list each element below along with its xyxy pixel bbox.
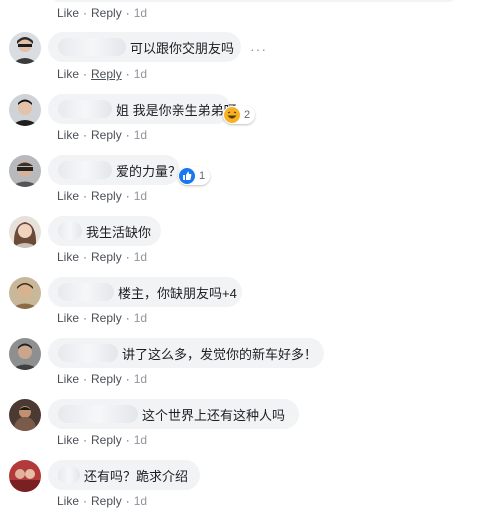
avatar[interactable] <box>9 338 41 370</box>
avatar[interactable] <box>9 399 41 431</box>
reply-link[interactable]: Reply <box>91 311 122 325</box>
reply-link[interactable]: Reply <box>91 6 122 20</box>
like-thumb-icon <box>179 168 195 184</box>
comment-bubble: 楼主，你缺朋友吗+4 <box>48 277 242 307</box>
comment-actions: Like · Reply · 1d <box>57 494 147 508</box>
redacted-name[interactable] <box>58 161 112 179</box>
like-link[interactable]: Like <box>57 6 79 20</box>
avatar[interactable] <box>9 155 41 187</box>
like-link[interactable]: Like <box>57 494 79 508</box>
timestamp[interactable]: 1d <box>134 311 147 325</box>
like-link[interactable]: Like <box>57 433 79 447</box>
comment-actions: Like · Reply · 1d <box>57 67 147 81</box>
separator: · <box>83 67 88 81</box>
comment-actions: Like · Reply · 1d <box>57 189 147 203</box>
separator: · <box>125 372 130 386</box>
comment-actions: Like · Reply · 1d <box>57 250 147 264</box>
separator: · <box>83 433 88 447</box>
reply-link[interactable]: Reply <box>91 128 122 142</box>
separator: · <box>83 250 88 264</box>
comment-bubble: 可以跟你交朋友吗 <box>48 32 241 62</box>
reaction-badge[interactable]: 2 <box>223 106 256 124</box>
like-link[interactable]: Like <box>57 67 79 81</box>
comment-text: 姐 我是你亲生弟弟呀 <box>116 102 237 118</box>
comment-actions: Like · Reply · 1d <box>57 372 147 386</box>
redacted-name[interactable] <box>58 222 82 240</box>
separator: · <box>83 6 88 20</box>
separator: · <box>125 67 130 81</box>
comment-text: 爱的力量？ <box>116 163 182 179</box>
comment-text: 可以跟你交朋友吗 <box>130 40 235 56</box>
comment-text: 这个世界上还有这种人吗 <box>142 407 286 423</box>
like-link[interactable]: Like <box>57 311 79 325</box>
redacted-name[interactable] <box>58 344 118 362</box>
comment-actions: Like · Reply · 1d <box>57 433 147 447</box>
redacted-name[interactable] <box>58 100 112 118</box>
comment-bubble: 还有吗？跪求介绍 <box>48 460 200 490</box>
separator: · <box>83 311 88 325</box>
comment-bubble: 这个世界上还有这种人吗 <box>48 399 299 429</box>
comment-bubble: 爱的力量？ <box>48 155 182 185</box>
comment-actions: Like · Reply · 1d <box>57 311 147 325</box>
separator: · <box>125 6 130 20</box>
separator: · <box>125 311 130 325</box>
timestamp[interactable]: 1d <box>134 189 147 203</box>
separator: · <box>83 128 88 142</box>
separator: · <box>83 372 88 386</box>
reaction-count: 2 <box>244 109 251 121</box>
reply-link[interactable]: Reply <box>91 372 122 386</box>
redacted-name[interactable] <box>58 466 80 484</box>
reply-link[interactable]: Reply <box>91 494 122 508</box>
separator: · <box>125 433 130 447</box>
separator: · <box>83 189 88 203</box>
previous-comment-bubble <box>52 0 456 2</box>
comment-actions: Like · Reply · 1d <box>57 128 147 142</box>
redacted-name[interactable] <box>58 405 138 423</box>
comment-bubble: 我生活缺你 <box>48 216 161 246</box>
comment-bubble: 姐 我是你亲生弟弟呀 <box>48 94 237 124</box>
separator: · <box>125 128 130 142</box>
redacted-name[interactable] <box>58 38 126 56</box>
avatar[interactable] <box>9 94 41 126</box>
reply-link[interactable]: Reply <box>91 250 122 264</box>
like-link[interactable]: Like <box>57 250 79 264</box>
timestamp[interactable]: 1d <box>134 250 147 264</box>
separator: · <box>83 494 88 508</box>
avatar[interactable] <box>9 216 41 248</box>
separator: · <box>125 494 130 508</box>
comment-text: 我生活缺你 <box>86 224 152 240</box>
reaction-count: 1 <box>199 170 206 182</box>
timestamp[interactable]: 1d <box>134 67 147 81</box>
timestamp[interactable]: 1d <box>134 128 147 142</box>
avatar[interactable] <box>9 460 41 492</box>
separator: · <box>125 250 130 264</box>
timestamp[interactable]: 1d <box>134 6 147 20</box>
timestamp[interactable]: 1d <box>134 433 147 447</box>
reaction-badge[interactable]: 1 <box>178 167 211 185</box>
reply-link[interactable]: Reply <box>91 433 122 447</box>
reply-link[interactable]: Reply <box>91 189 122 203</box>
like-link[interactable]: Like <box>57 128 79 142</box>
haha-emoji-icon <box>224 107 240 123</box>
comment-text: 楼主，你缺朋友吗+4 <box>118 285 237 301</box>
reply-link[interactable]: Reply <box>91 67 122 81</box>
like-link[interactable]: Like <box>57 189 79 203</box>
separator: · <box>125 189 130 203</box>
avatar[interactable] <box>9 277 41 309</box>
like-link[interactable]: Like <box>57 372 79 386</box>
avatar[interactable] <box>9 32 41 64</box>
more-options-icon[interactable]: ··· <box>250 41 267 57</box>
redacted-name[interactable] <box>58 283 114 301</box>
timestamp[interactable]: 1d <box>134 372 147 386</box>
comment-actions: Like · Reply · 1d <box>57 6 147 20</box>
comment-text: 还有吗？跪求介绍 <box>84 468 189 484</box>
timestamp[interactable]: 1d <box>134 494 147 508</box>
comment-text: 讲了这么多，发觉你的新车好多！ <box>122 346 318 362</box>
comment-bubble: 讲了这么多，发觉你的新车好多！ <box>48 338 324 368</box>
